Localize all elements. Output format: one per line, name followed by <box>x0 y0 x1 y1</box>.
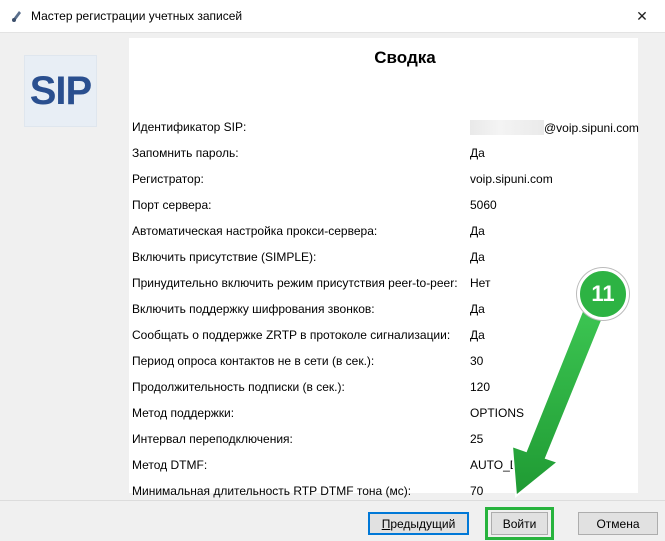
previous-button-label: редыдущий <box>390 516 456 531</box>
summary-row-value: Да <box>470 146 485 160</box>
previous-button-accelerator: П <box>381 516 391 531</box>
app-icon <box>9 8 25 24</box>
summary-row-value: Да <box>470 224 485 238</box>
summary-row: Период опроса контактов не в сети (в сек… <box>129 346 638 372</box>
summary-row-value: 30 <box>470 354 484 368</box>
summary-row: Метод поддержки: OPTIONS <box>129 398 638 424</box>
summary-row-value: Нет <box>470 276 491 290</box>
summary-row-value: AUTO_DTMF <box>470 458 544 472</box>
summary-row-value: OPTIONS <box>470 406 525 420</box>
summary-row-label: Включить поддержку шифрования звонков: <box>132 302 375 316</box>
sip-domain: @voip.sipuni.com <box>544 121 639 135</box>
summary-row-label: Метод DTMF: <box>132 458 208 472</box>
summary-row: Продолжительность подписки (в сек.): 120 <box>129 372 638 398</box>
summary-title: Сводка <box>374 48 436 67</box>
summary-row-label: Минимальная длительность RTP DTMF тона (… <box>132 484 412 498</box>
sip-logo: SIP <box>24 55 97 127</box>
redacted-username <box>470 120 544 135</box>
summary-row-label: Автоматическая настройка прокси-сервера: <box>132 224 378 238</box>
summary-row: Порт сервера: 5060 <box>129 190 638 216</box>
summary-row: Принудительно включить режим присутствия… <box>129 268 638 294</box>
account-wizard-window: Мастер регистрации учетных записей ✕ SIP… <box>0 0 665 541</box>
summary-row-value: Да <box>470 302 485 316</box>
sip-logo-text: SIP <box>29 68 92 113</box>
login-button[interactable]: Войти <box>491 512 548 535</box>
summary-row-value: 25 <box>470 432 484 446</box>
summary-row: Сообщать о поддержке ZRTP в протоколе си… <box>129 320 638 346</box>
summary-row-value: 5060 <box>470 198 497 212</box>
summary-row: Включить поддержку шифрования звонков: Да <box>129 294 638 320</box>
close-button[interactable]: ✕ <box>619 0 665 32</box>
cancel-button-label: Отмена <box>596 516 640 531</box>
summary-row-value: 70 <box>470 484 484 498</box>
summary-row-value: Да <box>470 328 485 342</box>
summary-row: Включить присутствие (SIMPLE): Да <box>129 242 638 268</box>
summary-row-label: Идентификатор SIP: <box>132 120 247 134</box>
summary-row-value: Да <box>470 250 485 264</box>
summary-row-label: Интервал переподключения: <box>132 432 293 446</box>
summary-row: Регистратор: voip.sipuni.com <box>129 164 638 190</box>
title-bar: Мастер регистрации учетных записей ✕ <box>0 0 665 33</box>
summary-row-value: 120 <box>470 380 491 394</box>
cancel-button[interactable]: Отмена <box>578 512 658 535</box>
summary-row-label: Включить присутствие (SIMPLE): <box>132 250 317 264</box>
summary-row-label: Период опроса контактов не в сети (в сек… <box>132 354 375 368</box>
summary-row: Интервал переподключения: 25 <box>129 424 638 450</box>
summary-row-label: Продолжительность подписки (в сек.): <box>132 380 345 394</box>
summary-panel: Сводка Идентификатор SIP: @voip.sipuni.co… <box>129 38 639 498</box>
summary-row: Минимальная длительность RTP DTMF тона (… <box>129 476 638 502</box>
window-title: Мастер регистрации учетных записей <box>31 9 243 23</box>
step-number: 11 <box>591 281 615 306</box>
summary-row-label: Регистратор: <box>132 172 204 186</box>
step-number-badge: 11 <box>577 268 629 320</box>
summary-row-label: Порт сервера: <box>132 198 212 212</box>
summary-row: Запомнить пароль: Да <box>129 138 638 164</box>
summary-row-value: @voip.sipuni.com <box>470 120 639 135</box>
summary-row: Автоматическая настройка прокси-сервера:… <box>129 216 638 242</box>
previous-button[interactable]: Предыдущий <box>368 512 469 535</box>
summary-row-value: voip.sipuni.com <box>470 172 553 186</box>
close-icon: ✕ <box>636 7 648 24</box>
summary-row-label: Метод поддержки: <box>132 406 235 420</box>
summary-row-label: Запомнить пароль: <box>132 146 239 160</box>
summary-row: Идентификатор SIP: @voip.sipuni.com <box>129 112 639 138</box>
login-button-label: Войти <box>502 516 537 531</box>
summary-row-label: Принудительно включить режим присутствия… <box>132 276 458 290</box>
summary-row: Метод DTMF: AUTO_DTMF <box>129 450 638 476</box>
footer-divider <box>0 500 665 501</box>
summary-row-label: Сообщать о поддержке ZRTP в протоколе си… <box>132 328 451 342</box>
